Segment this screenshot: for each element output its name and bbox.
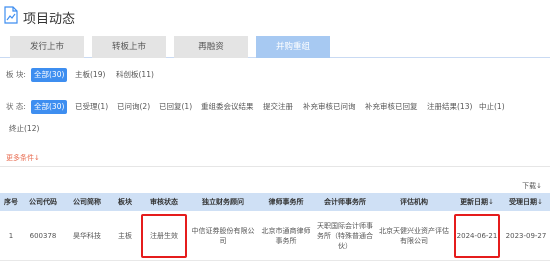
- status-option-registration-result[interactable]: 注册结果(13): [424, 100, 475, 114]
- status-option-inquired[interactable]: 已问询(2): [114, 100, 153, 114]
- status-filter: 状 态: 全部(30) 已受理(1) 已问询(2) 已回复(1) 重组委会议结果…: [6, 100, 546, 136]
- tab-mergers[interactable]: 并购重组: [256, 36, 330, 58]
- status-option-terminated[interactable]: 终止(12): [6, 122, 42, 136]
- highlight-box-status: [141, 214, 187, 258]
- column-header-code: 公司代码: [29, 198, 57, 206]
- cell-advisor: 中信证券股份有限公司: [191, 227, 255, 245]
- sort-arrow-icon: ↓: [537, 198, 543, 206]
- cell-board: 主板: [118, 232, 132, 240]
- cell-code[interactable]: 600378: [22, 211, 64, 261]
- status-filter-label: 状 态:: [6, 102, 26, 111]
- status-option-supplementary-replied[interactable]: 补充审核已回复: [362, 100, 421, 114]
- board-option-star[interactable]: 科创板(11): [113, 68, 157, 82]
- highlight-box-updated-date: [454, 214, 500, 258]
- tab-bar: 发行上市 转板上市 再融资 并购重组: [0, 34, 550, 58]
- page-title: 项目动态: [23, 12, 76, 27]
- status-option-submitted-registration[interactable]: 提交注册: [260, 100, 296, 114]
- tab-ipo[interactable]: 发行上市: [10, 36, 84, 58]
- cell-law-firm: 北京市通商律师事务所: [261, 227, 311, 245]
- column-header-name: 公司简称: [73, 198, 101, 206]
- board-option-all[interactable]: 全部(30): [31, 68, 68, 82]
- column-header-updated-label: 更新日期: [460, 198, 489, 206]
- status-option-suspended[interactable]: 中止(1): [476, 100, 508, 114]
- document-icon: [4, 6, 18, 24]
- more-conditions-link[interactable]: 更多条件↓: [6, 153, 40, 163]
- status-option-accepted[interactable]: 已受理(1): [72, 100, 111, 114]
- column-header-advisor: 独立财务顾问: [202, 198, 244, 206]
- cell-accounting: 天职国际会计师事务所（特殊普通合伙）: [317, 222, 373, 250]
- cell-name[interactable]: 昊华科技: [64, 211, 110, 261]
- status-option-all[interactable]: 全部(30): [31, 100, 68, 114]
- column-header-law-firm: 律师事务所: [268, 198, 304, 206]
- column-header-accepted-label: 受理日期: [509, 198, 538, 206]
- column-header-valuation: 评估机构: [400, 198, 428, 206]
- column-header-board: 板块: [118, 198, 132, 206]
- table-header: 序号 公司代码 公司简称 板块 审核状态 独立财务顾问 律师事务所 会计师事务所…: [0, 193, 550, 211]
- page-header: 项目动态: [0, 0, 550, 34]
- status-option-committee-result[interactable]: 重组委会议结果: [198, 100, 257, 114]
- column-header-updated[interactable]: 更新日期↓: [452, 193, 502, 211]
- cell-index: 1: [8, 232, 14, 240]
- status-option-replied[interactable]: 已回复(1): [156, 100, 195, 114]
- column-header-index: 序号: [4, 198, 18, 206]
- column-header-status: 审核状态: [150, 198, 178, 206]
- tab-refinancing[interactable]: 再融资: [174, 36, 248, 58]
- board-option-main[interactable]: 主板(19): [72, 68, 108, 82]
- download-link[interactable]: 下载↓: [522, 181, 542, 191]
- cell-accepted: 2023-09-27: [505, 232, 547, 240]
- tab-board-transfer[interactable]: 转板上市: [92, 36, 166, 58]
- board-filter-label: 板 块:: [6, 70, 26, 79]
- column-header-accepted[interactable]: 受理日期↓: [502, 193, 550, 211]
- board-filter: 板 块: 全部(30) 主板(19) 科创板(11): [6, 68, 546, 82]
- status-option-supplementary-inquired[interactable]: 补充审核已问询: [300, 100, 359, 114]
- cell-valuation: 北京天健兴业资产评估有限公司: [379, 227, 449, 245]
- column-header-accounting: 会计师事务所: [324, 198, 366, 206]
- divider: [0, 166, 550, 167]
- sort-arrow-icon: ↓: [488, 198, 494, 206]
